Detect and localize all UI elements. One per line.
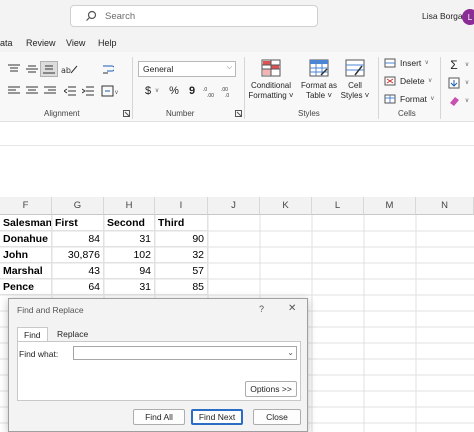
indent-increase-icon[interactable] [80, 84, 96, 98]
conditional-formatting-label[interactable]: Conditional Formatting ˅ [248, 81, 294, 101]
separator [132, 57, 133, 119]
format-as-table-icon[interactable] [308, 58, 330, 78]
svg-text:.00: .00 [207, 93, 214, 97]
tab-find[interactable]: Find [17, 327, 48, 342]
tab-replace[interactable]: Replace [51, 327, 94, 342]
chevron-down-icon[interactable]: v [152, 84, 162, 98]
column-header-G[interactable]: G [52, 197, 104, 215]
align-center-icon[interactable] [24, 84, 40, 98]
chevron-down-icon: v [425, 60, 429, 66]
title-bar: Search Lisa Borga L [0, 0, 474, 34]
formula-bar-area[interactable] [0, 122, 474, 146]
align-left-icon[interactable] [6, 84, 22, 98]
align-right-icon[interactable] [42, 84, 58, 98]
increase-decimal-icon[interactable]: .0.00 [202, 84, 218, 98]
dialog-title: Find and Replace [17, 305, 84, 315]
comma-style-button[interactable]: 9 [184, 84, 200, 98]
chevron-down-icon[interactable]: v [462, 58, 472, 72]
column-header-J[interactable]: J [208, 197, 260, 215]
insert-button[interactable]: Insert v [384, 58, 428, 68]
options-button[interactable]: Options >> [245, 381, 297, 397]
ribbon: ab v Alignment General ⌵ $ v % 9 .0 .00 … [0, 52, 474, 122]
find-what-label: Find what: [19, 349, 59, 359]
insert-icon [384, 58, 396, 68]
column-header-M[interactable]: M [364, 197, 416, 215]
align-middle-icon[interactable] [24, 62, 40, 76]
number-format-dropdown[interactable]: General ⌵ [138, 61, 236, 77]
find-all-button[interactable]: Find All [133, 409, 185, 425]
column-header-I[interactable]: I [155, 197, 208, 215]
format-button[interactable]: Format v [384, 94, 434, 104]
search-box[interactable]: Search [70, 5, 318, 27]
search-placeholder: Search [105, 10, 136, 22]
column-header-K[interactable]: K [260, 197, 312, 215]
column-header-H[interactable]: H [104, 197, 155, 215]
format-as-table-line2: Table ˅ [305, 91, 333, 100]
separator [378, 57, 379, 119]
search-icon [83, 8, 99, 24]
number-format-value: General [143, 64, 174, 74]
help-icon[interactable]: ? [259, 304, 264, 314]
merge-center-icon[interactable]: v [100, 84, 122, 98]
menu-help[interactable]: Help [98, 38, 117, 48]
svg-text:ab: ab [61, 66, 71, 75]
separator [244, 57, 245, 119]
menu-data[interactable]: ata [0, 38, 13, 48]
percent-button[interactable]: % [166, 84, 182, 98]
user-name[interactable]: Lisa Borga [422, 11, 463, 21]
format-label: Format [400, 94, 427, 104]
conditional-formatting-line2: Formatting ˅ [248, 91, 294, 100]
chevron-down-icon[interactable]: v [462, 76, 472, 90]
column-header-F[interactable]: F [0, 197, 52, 215]
avatar[interactable]: L [462, 9, 474, 25]
indent-decrease-icon[interactable] [62, 84, 78, 98]
column-header-N[interactable]: N [416, 197, 474, 215]
alignment-launcher-icon[interactable] [122, 109, 130, 117]
number-launcher-icon[interactable] [234, 109, 242, 117]
chevron-down-icon: ⌵ [226, 64, 232, 71]
column-header-L[interactable]: L [312, 197, 364, 215]
cell-styles-line2: Styles ˅ [340, 91, 370, 100]
insert-label: Insert [400, 58, 422, 68]
svg-text:v: v [115, 90, 118, 96]
delete-icon [384, 76, 396, 86]
menu-bar: ata Review View Help [0, 34, 474, 52]
format-as-table-line1: Format as [300, 81, 337, 90]
format-as-table-label[interactable]: Format as Table ˅ [298, 81, 340, 101]
decrease-decimal-icon[interactable]: .00.0 [220, 84, 236, 98]
orientation-icon[interactable]: ab [60, 62, 80, 76]
find-next-button[interactable]: Find Next [191, 409, 243, 425]
cell-styles-line1: Cell [348, 81, 362, 90]
chevron-down-icon: v [428, 78, 432, 84]
delete-label: Delete [400, 76, 425, 86]
wrap-text-icon[interactable] [100, 62, 116, 76]
format-icon [384, 94, 396, 104]
group-label-alignment: Alignment [44, 109, 80, 118]
chevron-down-icon[interactable]: v [462, 94, 472, 108]
delete-button[interactable]: Delete v [384, 76, 432, 86]
group-label-styles: Styles [298, 109, 320, 118]
menu-review[interactable]: Review [26, 38, 56, 48]
find-replace-dialog: Find and Replace ? ✕ Find Replace Find w… [8, 298, 308, 432]
chevron-down-icon[interactable]: ⌄ [287, 348, 294, 357]
find-what-input[interactable]: ⌄ [73, 346, 297, 360]
cell-styles-label[interactable]: Cell Styles ˅ [336, 81, 374, 101]
separator [440, 57, 441, 119]
excel-window: Search Lisa Borga L ata Review View Help… [0, 0, 474, 432]
align-top-icon[interactable] [6, 62, 22, 76]
svg-text:.0: .0 [225, 93, 229, 97]
close-icon[interactable]: ✕ [288, 303, 296, 314]
conditional-formatting-icon[interactable] [260, 58, 282, 78]
conditional-formatting-line1: Conditional [250, 81, 292, 90]
clear-eraser-icon[interactable] [446, 94, 462, 108]
align-bottom-icon[interactable] [40, 61, 58, 77]
cell-styles-icon[interactable] [344, 58, 366, 78]
group-label-number: Number [166, 109, 195, 118]
close-button[interactable]: Close [253, 409, 301, 425]
chevron-down-icon: v [430, 96, 434, 102]
menu-view[interactable]: View [66, 38, 85, 48]
autosum-icon[interactable]: Σ [446, 58, 462, 72]
fill-icon[interactable] [446, 76, 462, 90]
group-label-cells: Cells [398, 109, 416, 118]
